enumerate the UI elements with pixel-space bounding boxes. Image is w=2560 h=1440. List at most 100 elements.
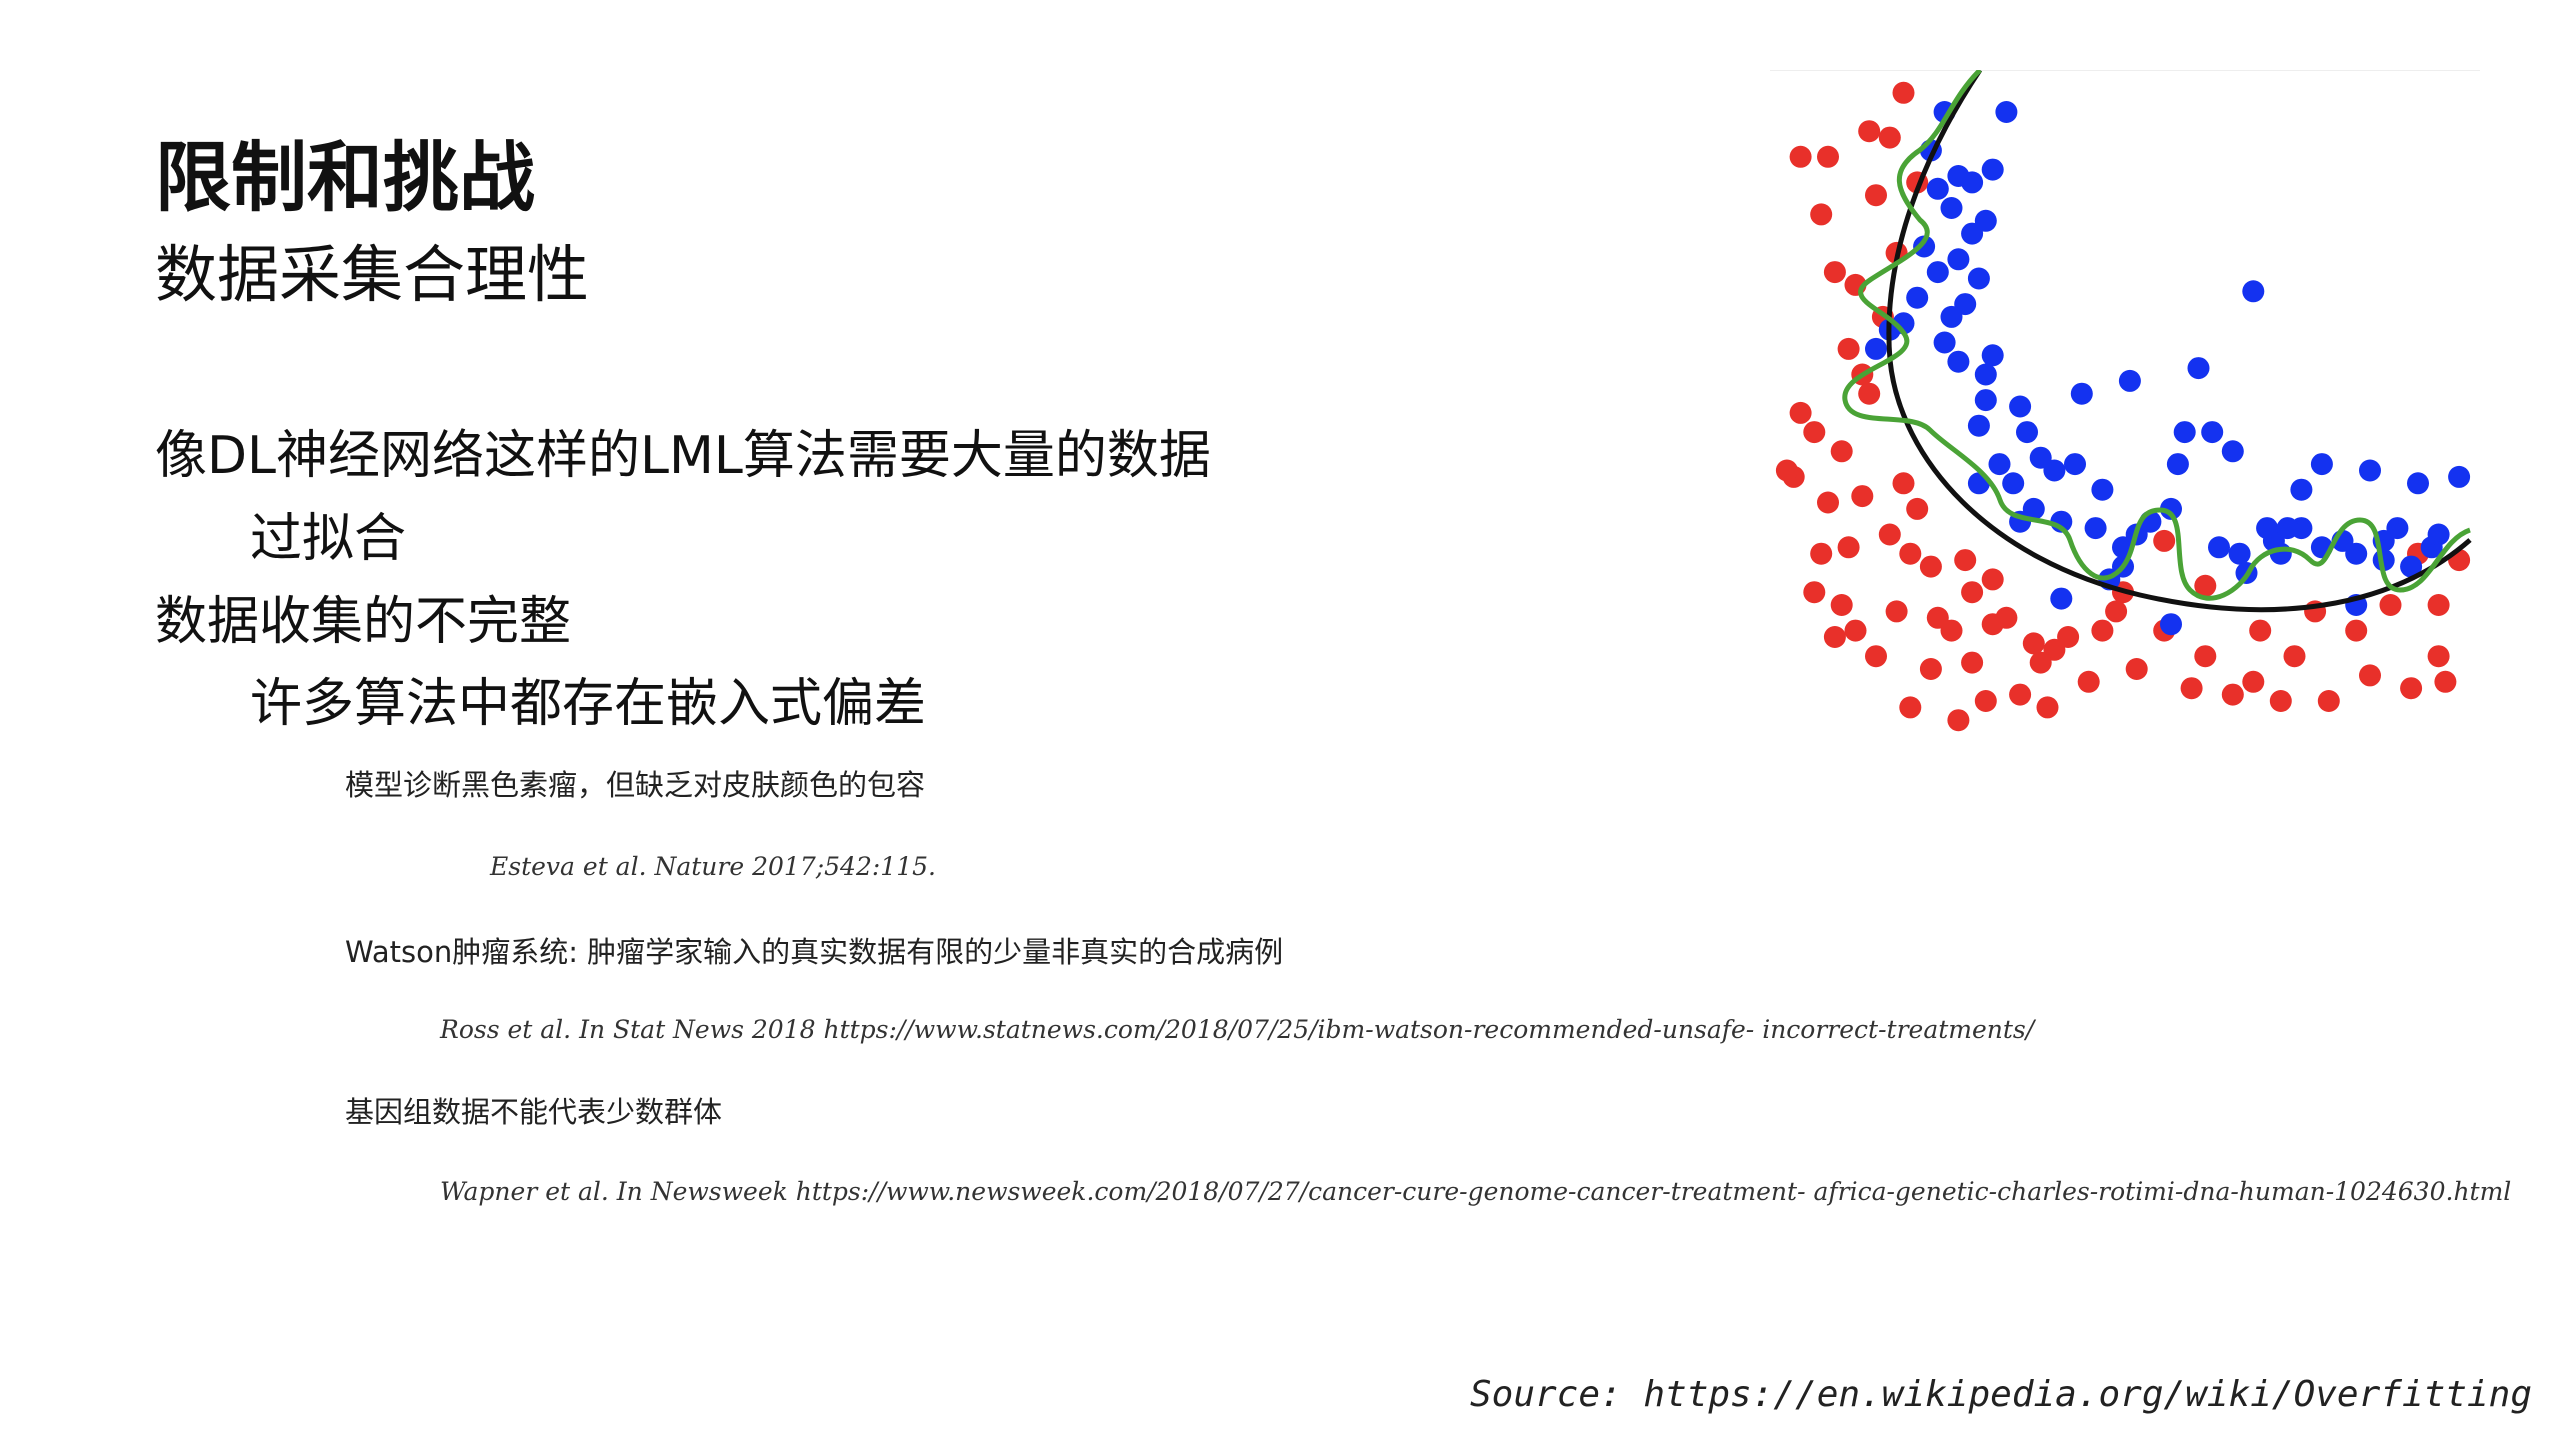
red-point-23 — [1803, 581, 1826, 604]
red-point-29 — [1899, 696, 1922, 719]
red-point-69 — [2379, 594, 2402, 616]
reference-wapner[interactable]: Wapner et al. In Newsweek https://www.ne… — [440, 1175, 2511, 1209]
red-point-25 — [1823, 626, 1846, 648]
bullet-embedded-bias: 许多算法中都存在嵌入式偏差 — [250, 674, 927, 734]
red-point-45 — [2427, 645, 2450, 668]
blue-point-52 — [2407, 472, 2429, 495]
red-point-78 — [2283, 645, 2306, 668]
red-point-55 — [1961, 581, 1984, 604]
bullet-incomplete-data: 数据收集的不完整 — [155, 592, 572, 652]
blue-point-47 — [2386, 517, 2409, 540]
reference-esteva: Esteva et al. Nature 2017;542:115. — [490, 852, 936, 881]
reference-ross[interactable]: Ross et al. In Stat News 2018 https://ww… — [440, 1013, 2034, 1047]
blue-point-66 — [2160, 613, 2182, 636]
blue-point-12 — [1933, 331, 1956, 354]
red-point-38 — [2180, 677, 2203, 700]
example-watson: Watson肿瘤系统: 肿瘤学家输入的真实数据有限的少量非真实的合成病例 — [345, 935, 1284, 969]
red-point-49 — [2194, 645, 2217, 668]
red-point-14 — [1789, 145, 1812, 168]
red-point-26 — [1865, 645, 1887, 668]
blue-point-20 — [1988, 453, 2011, 476]
blue-point-26 — [2091, 478, 2114, 501]
blue-point-8 — [1940, 305, 1963, 328]
blue-point-17 — [2009, 395, 2032, 418]
blue-point-60 — [2070, 382, 2093, 405]
blue-point-67 — [2208, 536, 2230, 559]
blue-point-59 — [2118, 369, 2141, 392]
slide-subtitle: 数据采集合理性 — [155, 238, 590, 311]
red-point-18 — [1878, 126, 1901, 149]
blue-point-3 — [1926, 177, 1949, 200]
bullet-overfitting: 过拟合 — [250, 509, 407, 569]
red-point-13 — [1865, 184, 1887, 207]
blue-point-34 — [2166, 453, 2189, 476]
blue-point-15 — [1974, 389, 1997, 412]
red-point-51 — [2105, 600, 2128, 623]
blue-point-77 — [2256, 517, 2279, 540]
blue-point-23 — [2043, 459, 2066, 482]
bullet-large-data: 像DL神经网络这样的LML算法需要大量的数据 — [155, 426, 1211, 486]
overfitting-plot — [1770, 70, 2480, 732]
red-point-7 — [1830, 440, 1853, 463]
blue-point-43 — [2310, 453, 2333, 476]
red-point-77 — [2242, 670, 2265, 693]
red-point-33 — [1974, 690, 1997, 712]
red-point-36 — [2077, 670, 2100, 693]
blue-point-58 — [2242, 280, 2265, 303]
red-point-37 — [2125, 658, 2148, 680]
example-genome: 基因组数据不能代表少数群体 — [345, 1095, 723, 1129]
slide-title: 限制和挑战 — [155, 133, 535, 222]
blue-point-36 — [2221, 440, 2244, 463]
red-point-48 — [2249, 619, 2272, 642]
red-point-72 — [1981, 568, 2004, 591]
blue-point-2 — [1961, 171, 1984, 194]
red-point-41 — [2317, 690, 2340, 712]
red-point-61 — [1892, 472, 1915, 495]
example-melanoma: 模型诊断黑色素瘤，但缺乏对皮肤颜色的包容 — [345, 768, 926, 802]
blue-point-64 — [1995, 101, 2018, 123]
red-point-56 — [1919, 555, 1942, 578]
blue-point-42 — [2290, 478, 2313, 501]
blue-point-9 — [1906, 286, 1929, 309]
blue-point-16 — [1967, 414, 1990, 437]
red-point-70 — [1926, 606, 1949, 629]
red-point-54 — [1995, 606, 2018, 629]
blue-point-55 — [2276, 517, 2299, 540]
red-point-15 — [1817, 145, 1839, 168]
red-point-62 — [1906, 497, 1929, 520]
overfitting-illustration — [1770, 70, 2480, 750]
blue-point-53 — [2359, 459, 2381, 482]
red-point-0 — [1830, 594, 1853, 616]
red-point-16 — [1858, 120, 1881, 143]
blue-point-74 — [1981, 344, 2004, 367]
blue-point-18 — [2016, 421, 2038, 444]
red-point-46 — [2345, 619, 2368, 642]
red-point-35 — [2036, 696, 2059, 719]
red-point-4 — [1789, 401, 1812, 424]
blue-point-62 — [1981, 158, 2004, 181]
slide: 限制和挑战 数据采集合理性 像DL神经网络这样的LML算法需要大量的数据 过拟合… — [0, 0, 2560, 1440]
red-point-40 — [2269, 690, 2292, 712]
red-point-17 — [1892, 81, 1915, 104]
red-point-57 — [1899, 542, 1922, 565]
red-point-1 — [1810, 542, 1833, 565]
blue-point-22 — [2002, 472, 2025, 495]
red-point-30 — [1947, 709, 1970, 732]
red-point-68 — [2427, 594, 2450, 616]
red-point-5 — [1775, 459, 1798, 482]
red-point-11 — [1823, 261, 1846, 284]
red-point-71 — [1954, 549, 1977, 572]
blue-point-51 — [2448, 465, 2471, 488]
red-point-44 — [2434, 670, 2457, 693]
blue-point-11 — [1865, 337, 1887, 360]
red-point-58 — [1878, 523, 1901, 546]
blue-point-45 — [2345, 542, 2368, 565]
blue-point-37 — [2228, 542, 2251, 565]
blue-point-13 — [1947, 350, 1970, 373]
blue-point-25 — [2064, 453, 2086, 476]
source-citation[interactable]: Source: https://en.wikipedia.org/wiki/Ov… — [1470, 1372, 2532, 1418]
red-point-12 — [1810, 203, 1833, 226]
blue-point-4 — [1940, 197, 1963, 219]
blue-point-68 — [2050, 587, 2073, 610]
blue-point-56 — [2201, 421, 2224, 444]
